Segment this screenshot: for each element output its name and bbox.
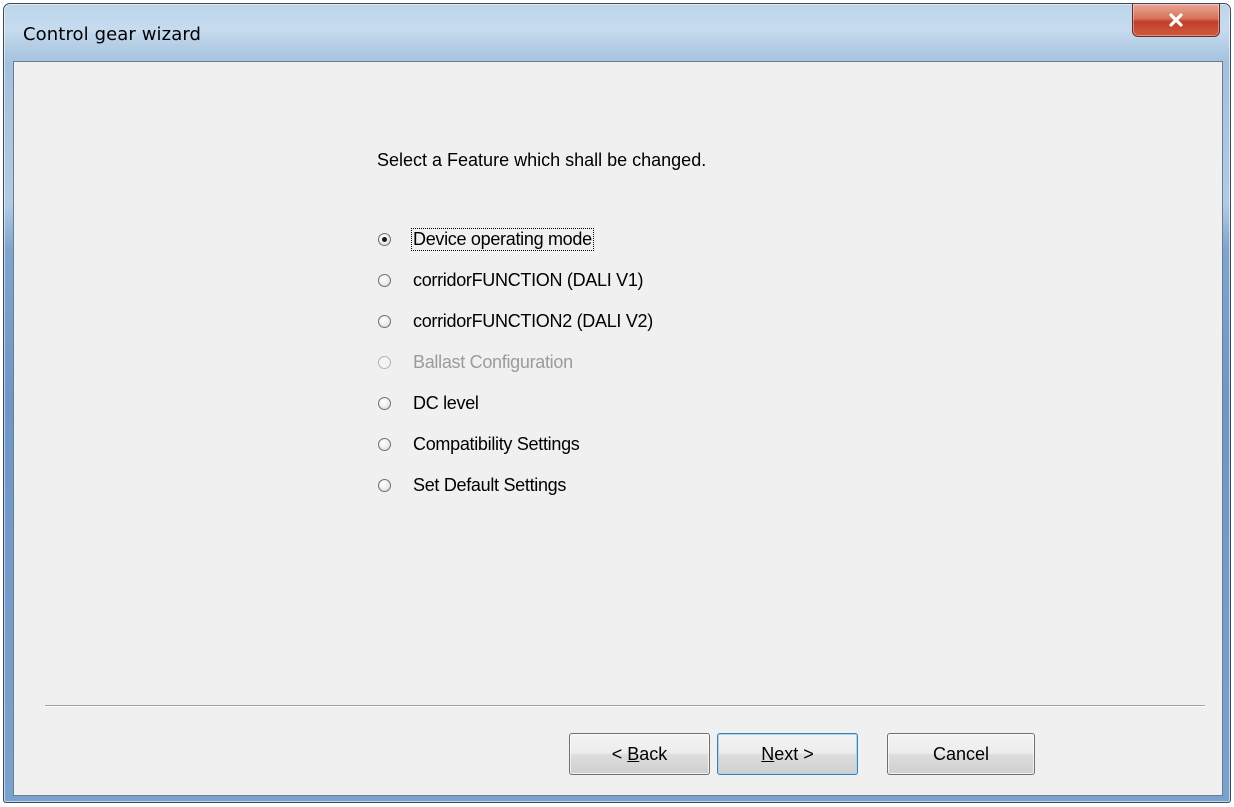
- back-prefix: <: [611, 743, 628, 764]
- option-ballast-configuration: Ballast Configuration: [378, 349, 574, 375]
- option-corridorfunction-v1[interactable]: corridorFUNCTION (DALI V1): [378, 267, 644, 293]
- option-label: Set Default Settings: [413, 474, 567, 495]
- option-set-default-settings[interactable]: Set Default Settings: [378, 472, 567, 498]
- option-compatibility-settings[interactable]: Compatibility Settings: [378, 431, 580, 457]
- radio-button[interactable]: [378, 478, 391, 492]
- close-icon: [1168, 12, 1184, 28]
- radio-button: [378, 355, 391, 369]
- radio-button[interactable]: [378, 273, 391, 287]
- option-label: corridorFUNCTION (DALI V1): [413, 269, 644, 290]
- close-button[interactable]: [1132, 4, 1220, 37]
- window-title: Control gear wizard: [23, 24, 202, 45]
- option-label: DC level: [413, 392, 479, 413]
- title-bar[interactable]: Control gear wizard: [4, 4, 1230, 59]
- radio-button[interactable]: [378, 396, 391, 410]
- option-dc-level[interactable]: DC level: [378, 390, 480, 416]
- separator-line: [45, 705, 1205, 707]
- wizard-page: Select a Feature which shall be changed.…: [13, 61, 1223, 796]
- option-label: corridorFUNCTION2 (DALI V2): [413, 310, 653, 331]
- option-corridorfunction2-v2[interactable]: corridorFUNCTION2 (DALI V2): [378, 308, 654, 334]
- next-mnemonic: N: [761, 743, 775, 764]
- wizard-window: Control gear wizard Select a Feature whi…: [3, 3, 1231, 803]
- back-button[interactable]: < Back: [569, 733, 710, 775]
- back-button-label: < Back: [612, 744, 668, 765]
- option-label: Device operating mode: [411, 227, 594, 251]
- option-device-operating-mode[interactable]: Device operating mode: [378, 226, 594, 252]
- option-label: Compatibility Settings: [413, 433, 580, 454]
- next-button-label: Next >: [761, 744, 814, 765]
- next-button[interactable]: Next >: [717, 733, 858, 775]
- radio-button[interactable]: [378, 232, 391, 246]
- cancel-button[interactable]: Cancel: [887, 733, 1035, 775]
- option-label: Ballast Configuration: [413, 351, 573, 372]
- back-mnemonic: B: [627, 743, 640, 764]
- back-rest: ack: [639, 743, 668, 764]
- radio-button[interactable]: [378, 314, 391, 328]
- instruction-text: Select a Feature which shall be changed.: [377, 150, 707, 170]
- cancel-label: Cancel: [932, 743, 990, 764]
- radio-button[interactable]: [378, 437, 391, 451]
- next-rest: ext >: [774, 743, 814, 764]
